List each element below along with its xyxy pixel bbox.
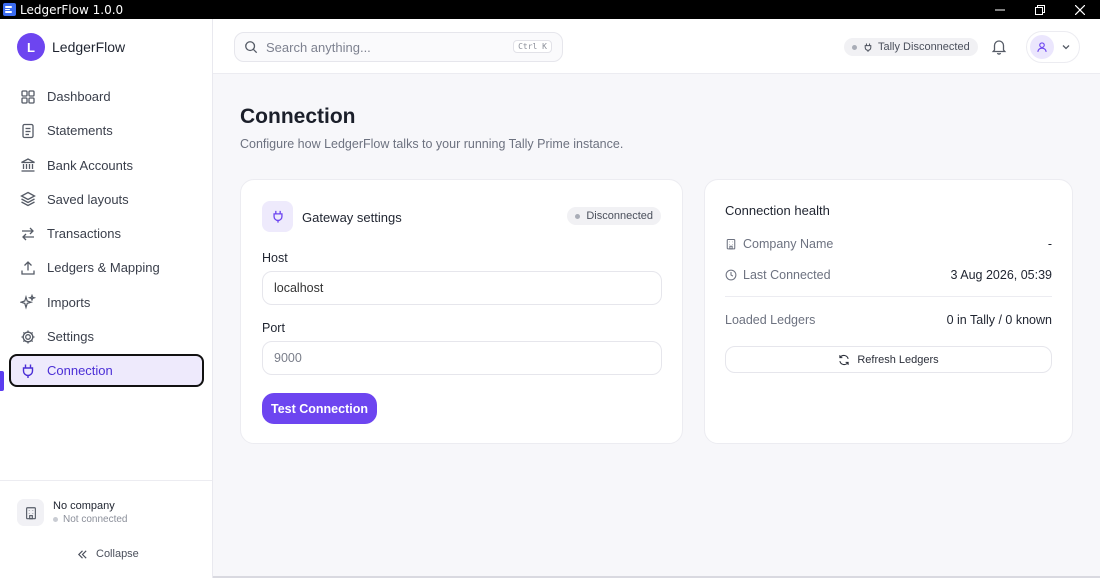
connection-health-card: Connection health Company Name - Last Co… <box>704 179 1073 444</box>
status-badge: Disconnected <box>567 207 661 225</box>
restore-icon <box>1035 4 1045 15</box>
clock-icon <box>725 269 737 281</box>
search-shortcut: Ctrl K <box>513 40 552 53</box>
active-indicator <box>0 371 4 391</box>
status-badge-label: Disconnected <box>586 210 653 222</box>
sidebar-item-statements[interactable]: Statements <box>9 114 204 147</box>
building-icon <box>726 238 736 250</box>
search-input[interactable] <box>266 39 506 55</box>
sidebar-item-label: Saved layouts <box>47 191 129 207</box>
sidebar-footer: No company Not connected Collapse <box>0 480 212 578</box>
company-name-label: Company Name <box>743 237 834 251</box>
host-label: Host <box>262 251 288 265</box>
port-input[interactable] <box>274 351 644 365</box>
user-icon <box>1037 42 1047 52</box>
restore-button[interactable] <box>1020 0 1060 19</box>
sidebar-item-label: Connection <box>47 363 113 379</box>
company-status-dot <box>53 517 58 522</box>
sidebar-item-label: Statements <box>47 123 113 139</box>
sidebar-item-label: Bank Accounts <box>47 157 133 173</box>
gateway-settings-card: Gateway settings Disconnected Host Port … <box>240 179 683 444</box>
gateway-title: Gateway settings <box>302 210 402 225</box>
chevrons-left-icon <box>77 549 87 559</box>
refresh-ledgers-button[interactable]: Refresh Ledgers <box>725 346 1052 373</box>
sidebar-item-saved-layouts[interactable]: Saved layouts <box>9 183 204 216</box>
building-icon <box>17 499 44 526</box>
swap-arrows-icon <box>22 227 34 241</box>
search-icon <box>245 41 258 54</box>
plug-icon <box>262 201 293 232</box>
search-box[interactable]: Ctrl K <box>234 32 563 62</box>
layers-icon <box>20 192 36 207</box>
sidebar-item-imports[interactable]: Imports <box>9 286 204 319</box>
loaded-ledgers-row: Loaded Ledgers 0 in Tally / 0 known <box>725 313 1052 327</box>
company-name-row: Company Name - <box>725 237 1052 251</box>
document-icon <box>22 123 34 138</box>
grid-icon <box>21 89 35 104</box>
brand-name: LedgerFlow <box>52 39 126 55</box>
minimize-button[interactable] <box>980 0 1020 19</box>
last-connected-label: Last Connected <box>743 268 831 282</box>
sidebar-item-settings[interactable]: Settings <box>9 320 204 353</box>
close-button[interactable] <box>1060 0 1100 19</box>
health-title: Connection health <box>725 203 830 218</box>
sidebar-item-transactions[interactable]: Transactions <box>9 217 204 250</box>
port-field[interactable] <box>262 341 662 375</box>
tally-status-label: Tally Disconnected <box>878 41 970 53</box>
status-dot <box>575 213 581 219</box>
bell-icon <box>991 40 1007 55</box>
divider <box>725 296 1052 297</box>
user-menu[interactable] <box>1026 31 1080 63</box>
notifications-button[interactable] <box>991 38 1007 60</box>
loaded-ledgers-label: Loaded Ledgers <box>725 313 816 327</box>
bank-icon <box>21 158 35 172</box>
plug-icon <box>864 42 872 52</box>
sidebar-nav: Dashboard Statements Bank Accounts Saved… <box>9 80 204 389</box>
sidebar-item-connection[interactable]: Connection <box>9 354 204 388</box>
chevron-down-icon <box>1062 45 1070 50</box>
port-label: Port <box>262 321 285 335</box>
gear-icon <box>21 330 35 344</box>
company-name: No company <box>53 500 115 512</box>
upload-icon <box>21 261 35 275</box>
window-titlebar: LedgerFlow 1.0.0 <box>0 0 1100 19</box>
page-title: Connection <box>240 105 356 128</box>
sidebar-item-label: Transactions <box>47 226 121 242</box>
test-connection-button[interactable]: Test Connection <box>262 393 377 424</box>
company-switcher[interactable]: No company Not connected <box>17 499 128 526</box>
company-status: Not connected <box>63 514 128 525</box>
collapse-label: Collapse <box>96 548 139 560</box>
close-icon <box>1075 4 1085 15</box>
company-name-value: - <box>1047 237 1052 251</box>
loaded-ledgers-value: 0 in Tally / 0 known <box>946 313 1052 327</box>
minimize-icon <box>995 9 1005 10</box>
sidebar: L LedgerFlow Dashboard Statements Bank A… <box>0 19 213 578</box>
tally-status-badge[interactable]: Tally Disconnected <box>844 38 978 56</box>
last-connected-row: Last Connected 3 Aug 2026, 05:39 <box>725 268 1052 282</box>
sidebar-item-label: Settings <box>47 329 94 345</box>
host-input[interactable] <box>274 281 644 295</box>
last-connected-value: 3 Aug 2026, 05:39 <box>950 268 1052 282</box>
sidebar-item-label: Ledgers & Mapping <box>47 260 160 276</box>
brand[interactable]: L LedgerFlow <box>17 33 125 61</box>
collapse-button[interactable]: Collapse <box>77 548 139 560</box>
app-icon <box>3 3 16 16</box>
window-title: LedgerFlow 1.0.0 <box>20 2 124 17</box>
refresh-icon <box>839 354 849 365</box>
sidebar-item-ledgers-mapping[interactable]: Ledgers & Mapping <box>9 251 204 284</box>
brand-logo: L <box>17 33 45 61</box>
sidebar-item-dashboard[interactable]: Dashboard <box>9 80 204 113</box>
sidebar-item-bank-accounts[interactable]: Bank Accounts <box>9 149 204 182</box>
top-header: Ctrl K Tally Disconnected <box>213 19 1100 74</box>
host-field[interactable] <box>262 271 662 305</box>
plug-icon <box>22 364 34 378</box>
avatar <box>1030 35 1054 59</box>
sidebar-item-label: Dashboard <box>47 89 111 104</box>
page-subtitle: Configure how LedgerFlow talks to your r… <box>240 137 624 151</box>
status-dot <box>852 44 857 50</box>
sparkles-icon <box>20 294 36 310</box>
sidebar-item-label: Imports <box>47 294 91 310</box>
refresh-ledgers-label: Refresh Ledgers <box>857 353 939 366</box>
